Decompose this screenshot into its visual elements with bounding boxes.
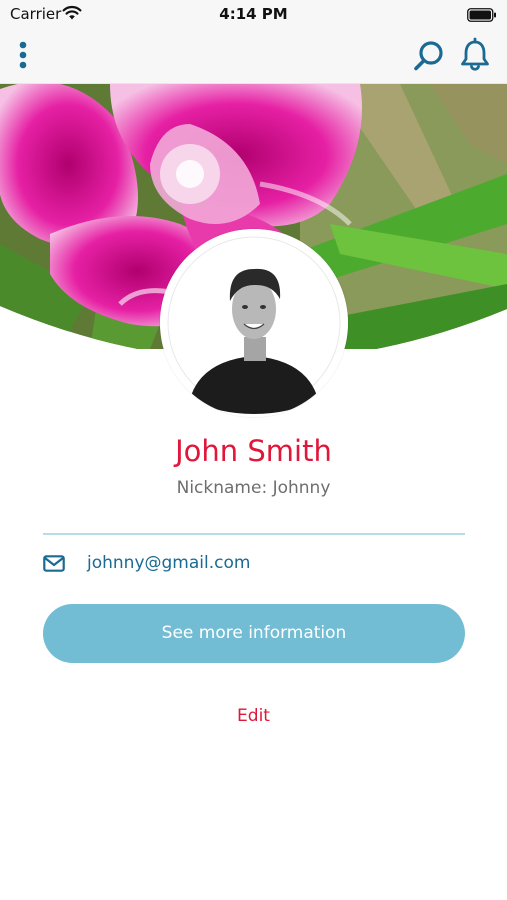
menu-button[interactable]	[8, 36, 38, 76]
clock: 4:14 PM	[219, 5, 288, 23]
see-more-information-button[interactable]: See more information	[43, 604, 465, 663]
profile-nickname: Nickname: Johnny	[176, 478, 331, 498]
edit-button[interactable]: Edit	[0, 706, 507, 726]
email-link[interactable]: johnny@gmail.com	[87, 553, 250, 573]
vertical-dots-icon	[8, 41, 38, 80]
search-icon	[410, 41, 448, 79]
envelope-icon	[43, 555, 65, 577]
bell-icon	[457, 37, 493, 79]
email-row: johnny@gmail.com	[43, 552, 465, 578]
battery-icon	[467, 7, 497, 26]
divider	[43, 533, 465, 535]
nav-bar	[0, 28, 507, 84]
search-button[interactable]	[410, 37, 448, 75]
avatar	[160, 229, 348, 417]
status-bar: Carrier 4:14 PM	[0, 0, 507, 28]
notifications-button[interactable]	[457, 37, 493, 75]
profile-name: John Smith	[175, 434, 332, 468]
